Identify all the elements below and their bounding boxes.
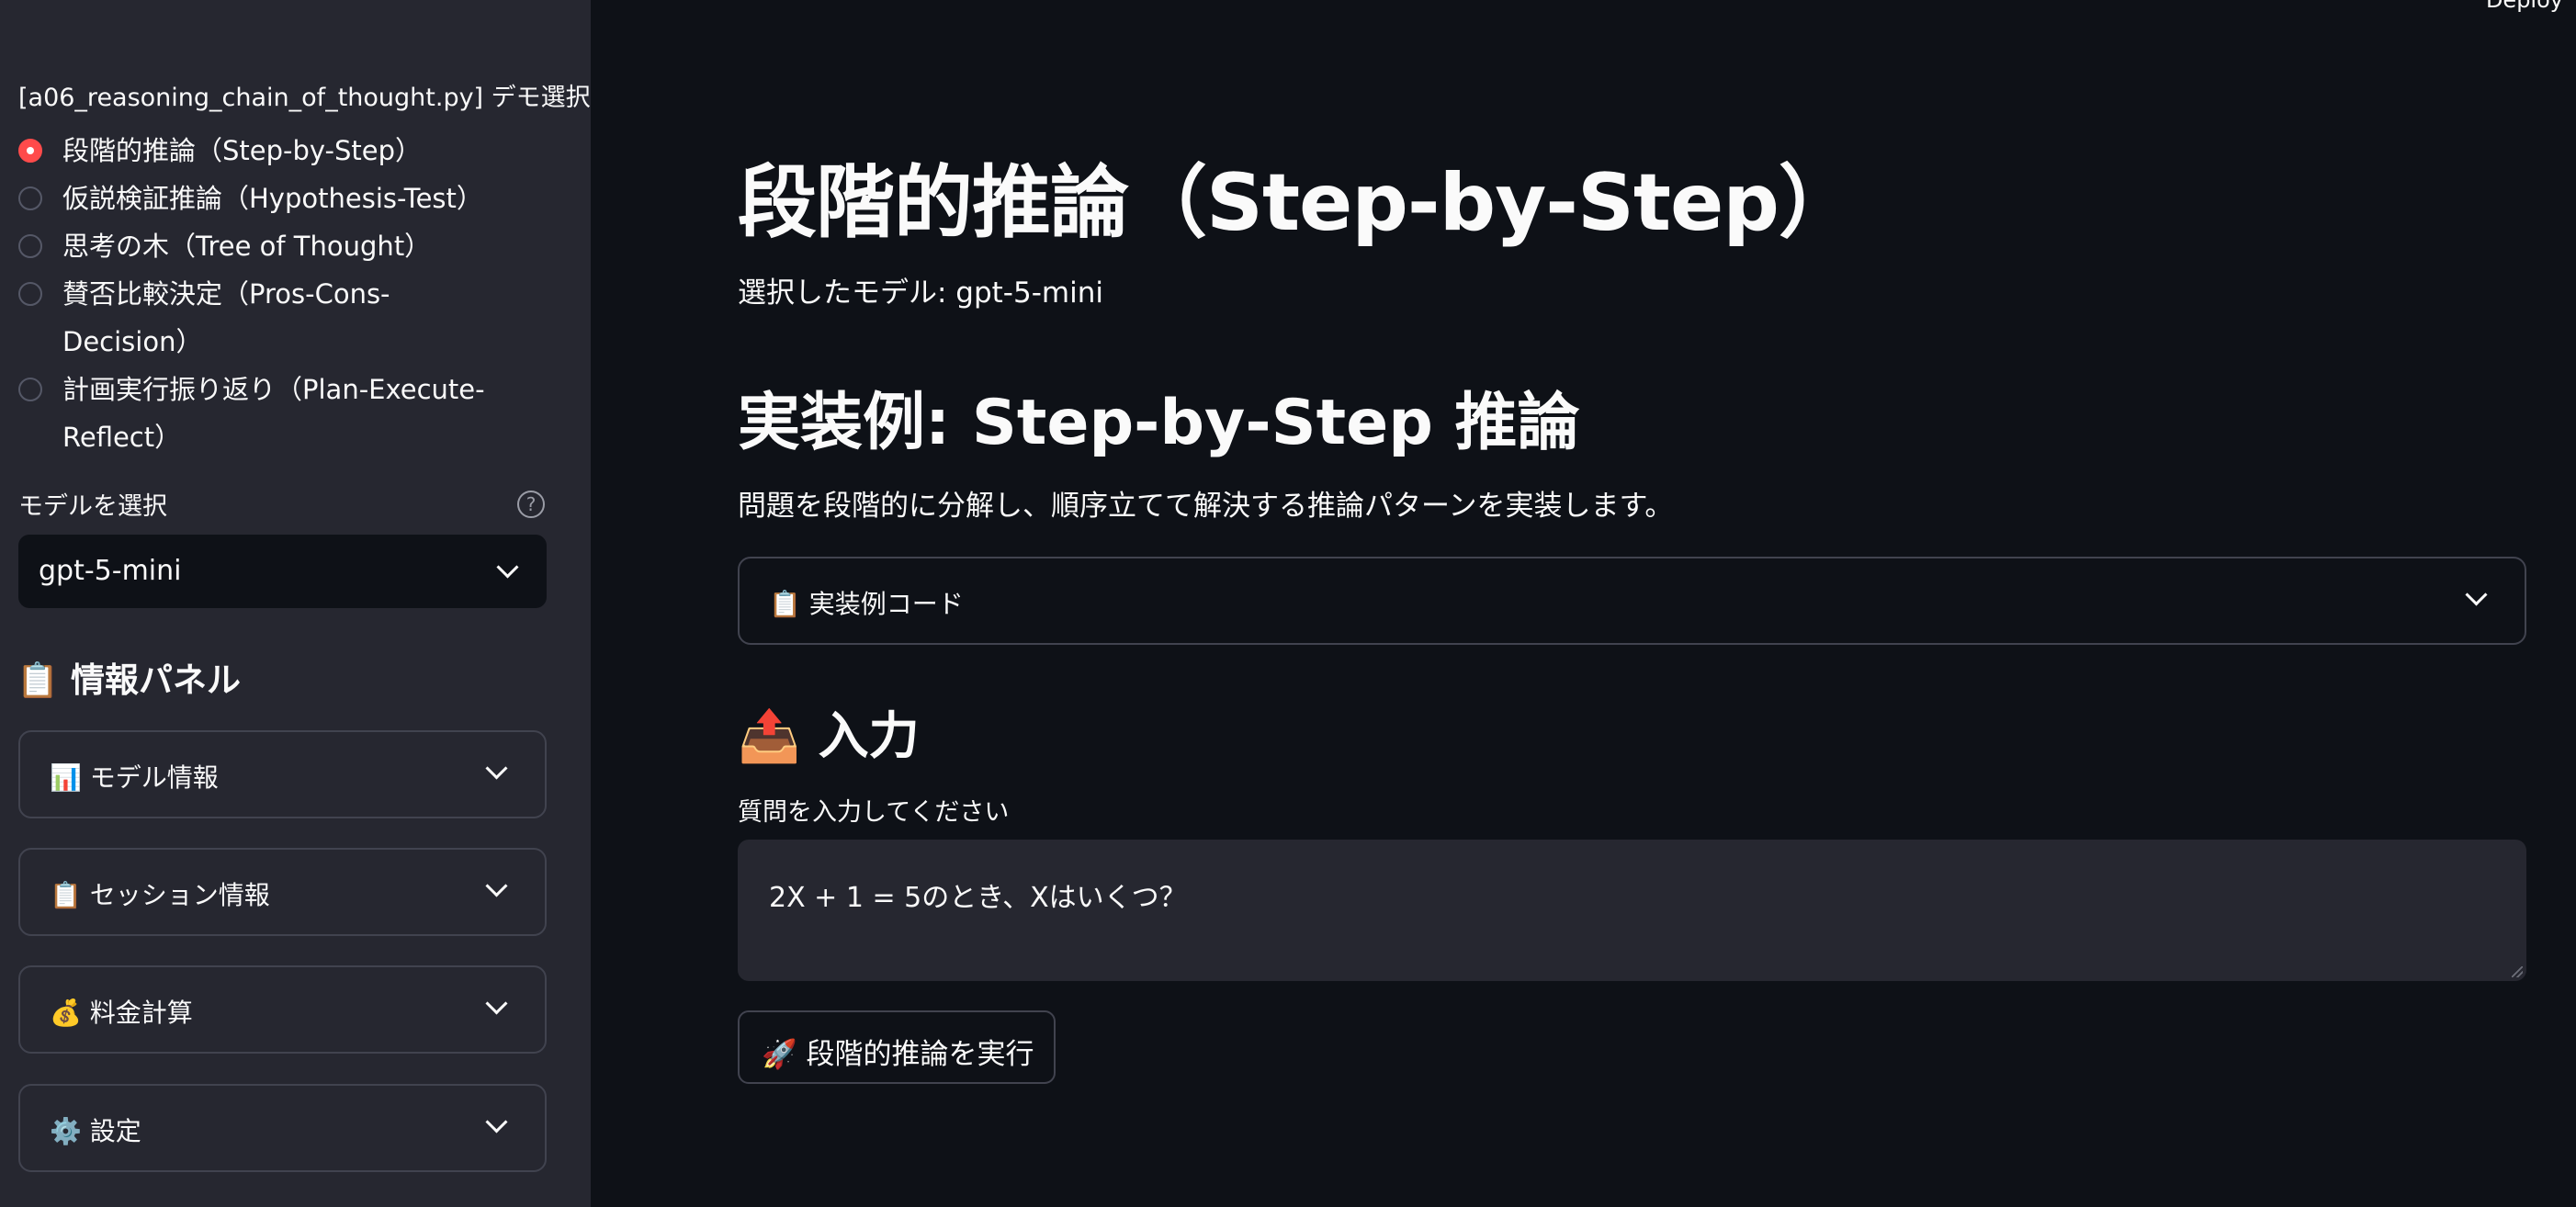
info-panel-title: 📋 情報パネル bbox=[17, 652, 241, 702]
run-button-text: 段階的推論を実行 bbox=[806, 1038, 1034, 1071]
chevron-down-icon bbox=[496, 556, 519, 579]
expander-example-code[interactable]: 📋 実装例コード bbox=[738, 557, 2526, 645]
clipboard-icon: 📋 bbox=[769, 589, 801, 619]
gear-icon: ⚙️ bbox=[50, 1116, 82, 1146]
radio-label: 仮説検証推論（Hypothesis-Test） bbox=[62, 183, 483, 214]
expander-model-info[interactable]: 📊 モデル情報 bbox=[18, 730, 547, 818]
chevron-down-icon bbox=[485, 1111, 508, 1134]
demo-radio-group: 段階的推論（Step-by-Step） 仮説検証推論（Hypothesis-Te… bbox=[18, 127, 570, 461]
expander-pricing[interactable]: 💰 料金計算 bbox=[18, 965, 547, 1054]
radio-checked-icon bbox=[18, 139, 42, 163]
deploy-button[interactable]: Deploy bbox=[2486, 0, 2563, 13]
model-select[interactable]: gpt-5-mini bbox=[18, 535, 547, 608]
chevron-down-icon bbox=[485, 757, 508, 780]
demo-select-label: [a06_reasoning_chain_of_thought.py] デモ選択 bbox=[18, 84, 591, 112]
expander-label-text: セッション情報 bbox=[89, 880, 270, 910]
chevron-down-icon bbox=[2465, 583, 2488, 606]
outbox-tray-icon: 📤 bbox=[738, 706, 801, 765]
question-textarea[interactable]: 2X + 1 = 5のとき、Xはいくつ？ bbox=[738, 840, 2526, 981]
radio-option-pros-cons[interactable]: 賛否比較決定（Pros-Cons-Decision） bbox=[18, 270, 448, 366]
chevron-down-icon bbox=[485, 874, 508, 897]
resize-handle-icon[interactable] bbox=[2512, 966, 2523, 977]
rocket-icon: 🚀 bbox=[762, 1038, 797, 1071]
radio-unchecked-icon bbox=[18, 378, 42, 401]
help-icon[interactable]: ? bbox=[517, 491, 545, 518]
model-select-value: gpt-5-mini bbox=[39, 555, 182, 587]
radio-label: 段階的推論（Step-by-Step） bbox=[62, 135, 423, 166]
expander-label-text: 設定 bbox=[89, 1116, 141, 1146]
expander-label: ⚙️ 設定 bbox=[50, 1111, 141, 1148]
expander-settings[interactable]: ⚙️ 設定 bbox=[18, 1084, 547, 1172]
radio-unchecked-icon bbox=[18, 186, 42, 210]
radio-label: 思考の木（Tree of Thought） bbox=[62, 231, 432, 262]
bar-chart-icon: 📊 bbox=[50, 762, 82, 793]
input-heading-text: 入力 bbox=[818, 706, 920, 765]
expander-session-info[interactable]: 📋 セッション情報 bbox=[18, 848, 547, 936]
expander-label: 📊 モデル情報 bbox=[50, 758, 219, 795]
selected-model-text: 選択したモデル: gpt-5-mini bbox=[738, 276, 1103, 310]
radio-unchecked-icon bbox=[18, 282, 42, 306]
expander-label: 💰 料金計算 bbox=[50, 993, 193, 1030]
expander-label: 📋 セッション情報 bbox=[50, 875, 270, 912]
page-title: 段階的推論（Step-by-Step） bbox=[738, 157, 1858, 249]
chevron-down-icon bbox=[485, 992, 508, 1015]
section-title: 実装例: Step-by-Step 推論 bbox=[738, 387, 1580, 459]
model-select-label: モデルを選択 bbox=[18, 492, 167, 521]
question-value: 2X + 1 = 5のとき、Xはいくつ？ bbox=[769, 882, 1187, 914]
clipboard-icon: 📋 bbox=[17, 660, 60, 700]
expander-label-text: 実装例コード bbox=[808, 589, 964, 619]
sidebar: [a06_reasoning_chain_of_thought.py] デモ選択… bbox=[0, 0, 591, 1207]
radio-option-hypothesis-test[interactable]: 仮説検証推論（Hypothesis-Test） bbox=[18, 175, 570, 222]
radio-label: 計画実行振り返り（Plan-Execute-Reflect） bbox=[62, 374, 485, 453]
section-description: 問題を段階的に分解し、順序立てて解決する推論パターンを実装します。 bbox=[738, 490, 1674, 523]
radio-unchecked-icon bbox=[18, 234, 42, 258]
info-panel-title-text: 情報パネル bbox=[70, 660, 241, 700]
clipboard-icon: 📋 bbox=[50, 880, 82, 910]
money-bag-icon: 💰 bbox=[50, 998, 82, 1028]
expander-label: 📋 実装例コード bbox=[769, 584, 964, 621]
radio-label: 賛否比較決定（Pros-Cons-Decision） bbox=[62, 278, 390, 357]
run-button-label: 🚀 段階的推論を実行 bbox=[762, 1031, 1034, 1072]
radio-option-step-by-step[interactable]: 段階的推論（Step-by-Step） bbox=[18, 127, 570, 175]
question-label: 質問を入力してください bbox=[738, 798, 1010, 827]
expander-label-text: 料金計算 bbox=[89, 998, 193, 1028]
radio-option-tree-of-thought[interactable]: 思考の木（Tree of Thought） bbox=[18, 222, 570, 270]
input-heading: 📤 入力 bbox=[738, 694, 920, 768]
expander-label-text: モデル情報 bbox=[89, 762, 219, 793]
run-reasoning-button[interactable]: 🚀 段階的推論を実行 bbox=[738, 1010, 1056, 1084]
radio-option-plan-execute-reflect[interactable]: 計画実行振り返り（Plan-Execute-Reflect） bbox=[18, 366, 540, 461]
